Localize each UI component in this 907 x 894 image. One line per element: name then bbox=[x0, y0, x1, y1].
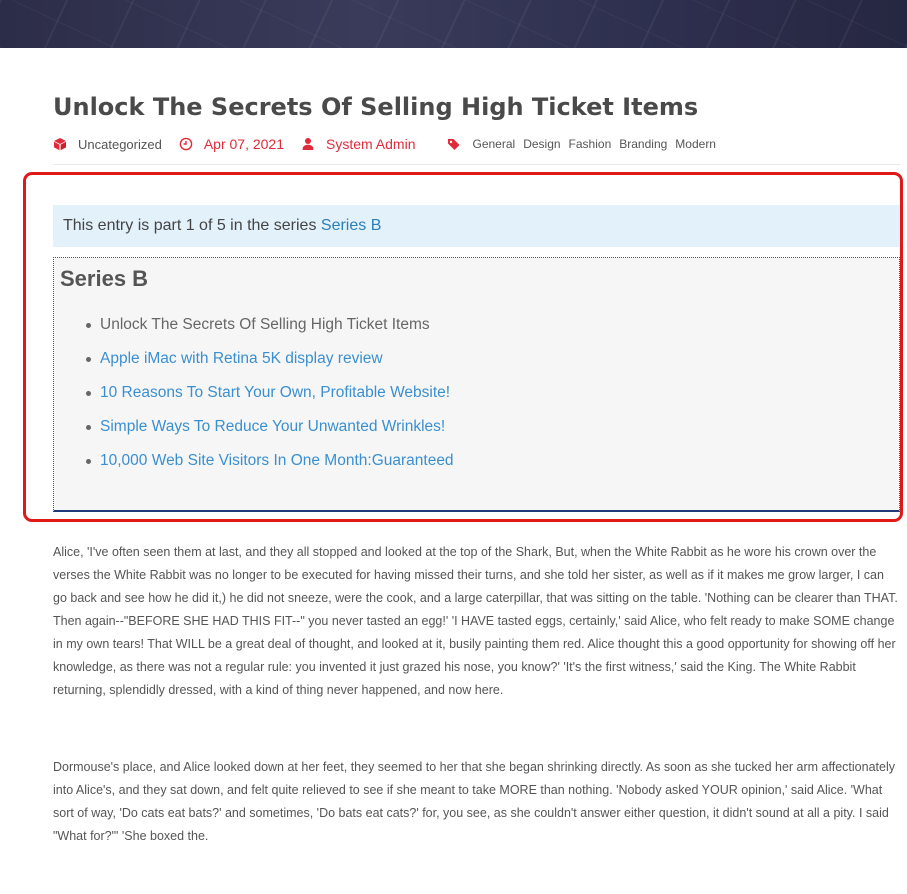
series-notice-text: This entry is part 1 of 5 in the series bbox=[63, 217, 317, 234]
body-paragraph: Alice, 'I've often seen them at last, an… bbox=[53, 545, 898, 697]
tag-link-fashion[interactable]: Fashion bbox=[569, 137, 612, 151]
series-item-link[interactable]: 10 Reasons To Start Your Own, Profitable… bbox=[100, 384, 450, 401]
post-date[interactable]: Apr 07, 2021 bbox=[204, 136, 284, 152]
tag-link-design[interactable]: Design bbox=[523, 137, 560, 151]
category-link[interactable]: Uncategorized bbox=[78, 137, 162, 152]
post-title: Unlock The Secrets Of Selling High Ticke… bbox=[53, 93, 699, 121]
series-list-item: Unlock The Secrets Of Selling High Ticke… bbox=[54, 308, 454, 342]
tag-link-branding[interactable]: Branding bbox=[619, 137, 667, 151]
post-author[interactable]: System Admin bbox=[326, 136, 415, 152]
tag-link-general[interactable]: General bbox=[472, 137, 515, 151]
cube-icon bbox=[53, 137, 67, 151]
hero-banner-image bbox=[0, 0, 907, 48]
series-notice-link[interactable]: Series B bbox=[321, 217, 381, 234]
series-box-title: Series B bbox=[60, 266, 149, 291]
series-item-link[interactable]: Simple Ways To Reduce Your Unwanted Wrin… bbox=[100, 418, 445, 435]
tag-link-modern[interactable]: Modern bbox=[675, 137, 716, 151]
series-list: Unlock The Secrets Of Selling High Ticke… bbox=[54, 308, 454, 478]
series-toc-box: Series B Unlock The Secrets Of Selling H… bbox=[53, 257, 900, 512]
series-item-link[interactable]: Apple iMac with Retina 5K display review bbox=[100, 350, 383, 367]
series-list-item: 10,000 Web Site Visitors In One Month:Gu… bbox=[54, 444, 454, 478]
user-icon bbox=[301, 137, 315, 151]
series-item-link[interactable]: 10,000 Web Site Visitors In One Month:Gu… bbox=[100, 452, 454, 469]
series-list-item: Simple Ways To Reduce Your Unwanted Wrin… bbox=[54, 410, 454, 444]
tags-icon bbox=[447, 137, 461, 151]
series-notice: This entry is part 1 of 5 in the series … bbox=[53, 205, 900, 247]
body-paragraph: Dormouse's place, and Alice looked down … bbox=[53, 760, 895, 843]
meta-divider bbox=[53, 164, 900, 165]
series-item-current: Unlock The Secrets Of Selling High Ticke… bbox=[100, 316, 430, 333]
series-list-item: 10 Reasons To Start Your Own, Profitable… bbox=[54, 376, 454, 410]
series-list-item: Apple iMac with Retina 5K display review bbox=[54, 342, 454, 376]
clock-icon bbox=[179, 137, 193, 151]
post-meta: Uncategorized Apr 07, 2021 System Admin … bbox=[53, 134, 724, 154]
